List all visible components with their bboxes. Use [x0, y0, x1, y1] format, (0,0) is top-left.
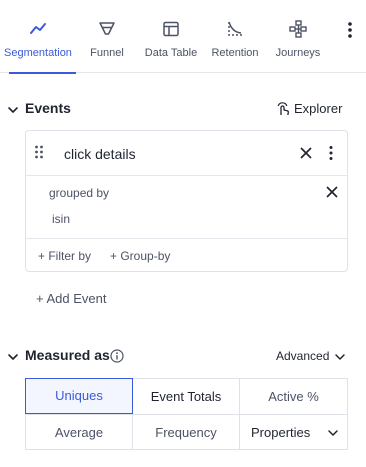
properties-label: Properties: [251, 425, 311, 440]
drag-handle-icon[interactable]: [34, 145, 44, 159]
tab-data-table[interactable]: Data Table: [140, 0, 202, 73]
more-options-icon[interactable]: [342, 20, 358, 40]
tab-label: Segmentation: [4, 47, 72, 59]
measured-as-header: Measured as Advanced: [0, 345, 366, 369]
measure-options-grid: Uniques Event Totals Active % Average Fr…: [25, 378, 348, 450]
advanced-dropdown[interactable]: Advanced: [276, 347, 345, 367]
tab-label: Retention: [211, 47, 259, 59]
data-table-icon: [163, 21, 179, 37]
tab-funnel[interactable]: Funnel: [82, 0, 132, 73]
chevron-down-icon: [328, 430, 338, 436]
explorer-icon: [277, 102, 289, 116]
events-title: Events: [25, 100, 71, 116]
tab-label: Journeys: [275, 47, 321, 59]
group-by-property[interactable]: isin: [52, 212, 70, 226]
active-tab-indicator: [9, 72, 76, 74]
explorer-label: Explorer: [294, 101, 343, 116]
remove-group-icon[interactable]: [325, 185, 339, 199]
event-name[interactable]: click details: [64, 146, 136, 162]
event-card-footer: + Filter by + Group-by: [26, 238, 347, 272]
journeys-icon: [289, 20, 307, 38]
retention-icon: [228, 21, 242, 36]
group-by-button[interactable]: + Group-by: [110, 249, 170, 263]
tab-segmentation[interactable]: Segmentation: [0, 0, 76, 74]
measured-as-title: Measured as: [25, 347, 110, 363]
tab-retention[interactable]: Retention: [207, 0, 263, 73]
filter-by-button[interactable]: + Filter by: [38, 249, 91, 263]
event-row: click details: [26, 131, 347, 176]
chevron-down-icon: [335, 354, 345, 360]
tab-label: Data Table: [144, 47, 198, 59]
chevron-down-icon[interactable]: [6, 103, 20, 117]
event-options-icon[interactable]: [326, 145, 336, 161]
measure-option-active-percent[interactable]: Active %: [240, 379, 347, 415]
events-section-header: Events Explorer: [0, 98, 366, 122]
grouped-by-label: grouped by: [49, 186, 110, 200]
event-card: click details grouped by isin + Filter b…: [25, 130, 348, 272]
analysis-tabs: Segmentation Funnel Data Table Retention: [0, 0, 366, 74]
segmentation-icon: [30, 23, 46, 34]
measure-option-properties[interactable]: Properties: [240, 414, 347, 450]
tab-journeys[interactable]: Journeys: [270, 0, 326, 73]
measure-option-average[interactable]: Average: [26, 414, 133, 450]
advanced-label: Advanced: [276, 349, 330, 363]
tab-label: Funnel: [90, 47, 124, 59]
info-icon[interactable]: [110, 349, 124, 363]
remove-event-icon[interactable]: [299, 146, 313, 160]
add-event-button[interactable]: + Add Event: [36, 291, 106, 306]
measure-option-frequency[interactable]: Frequency: [133, 414, 240, 450]
chevron-down-icon[interactable]: [6, 350, 20, 364]
measure-option-uniques[interactable]: Uniques: [25, 378, 133, 414]
measure-option-event-totals[interactable]: Event Totals: [133, 379, 240, 415]
funnel-icon: [99, 22, 115, 35]
